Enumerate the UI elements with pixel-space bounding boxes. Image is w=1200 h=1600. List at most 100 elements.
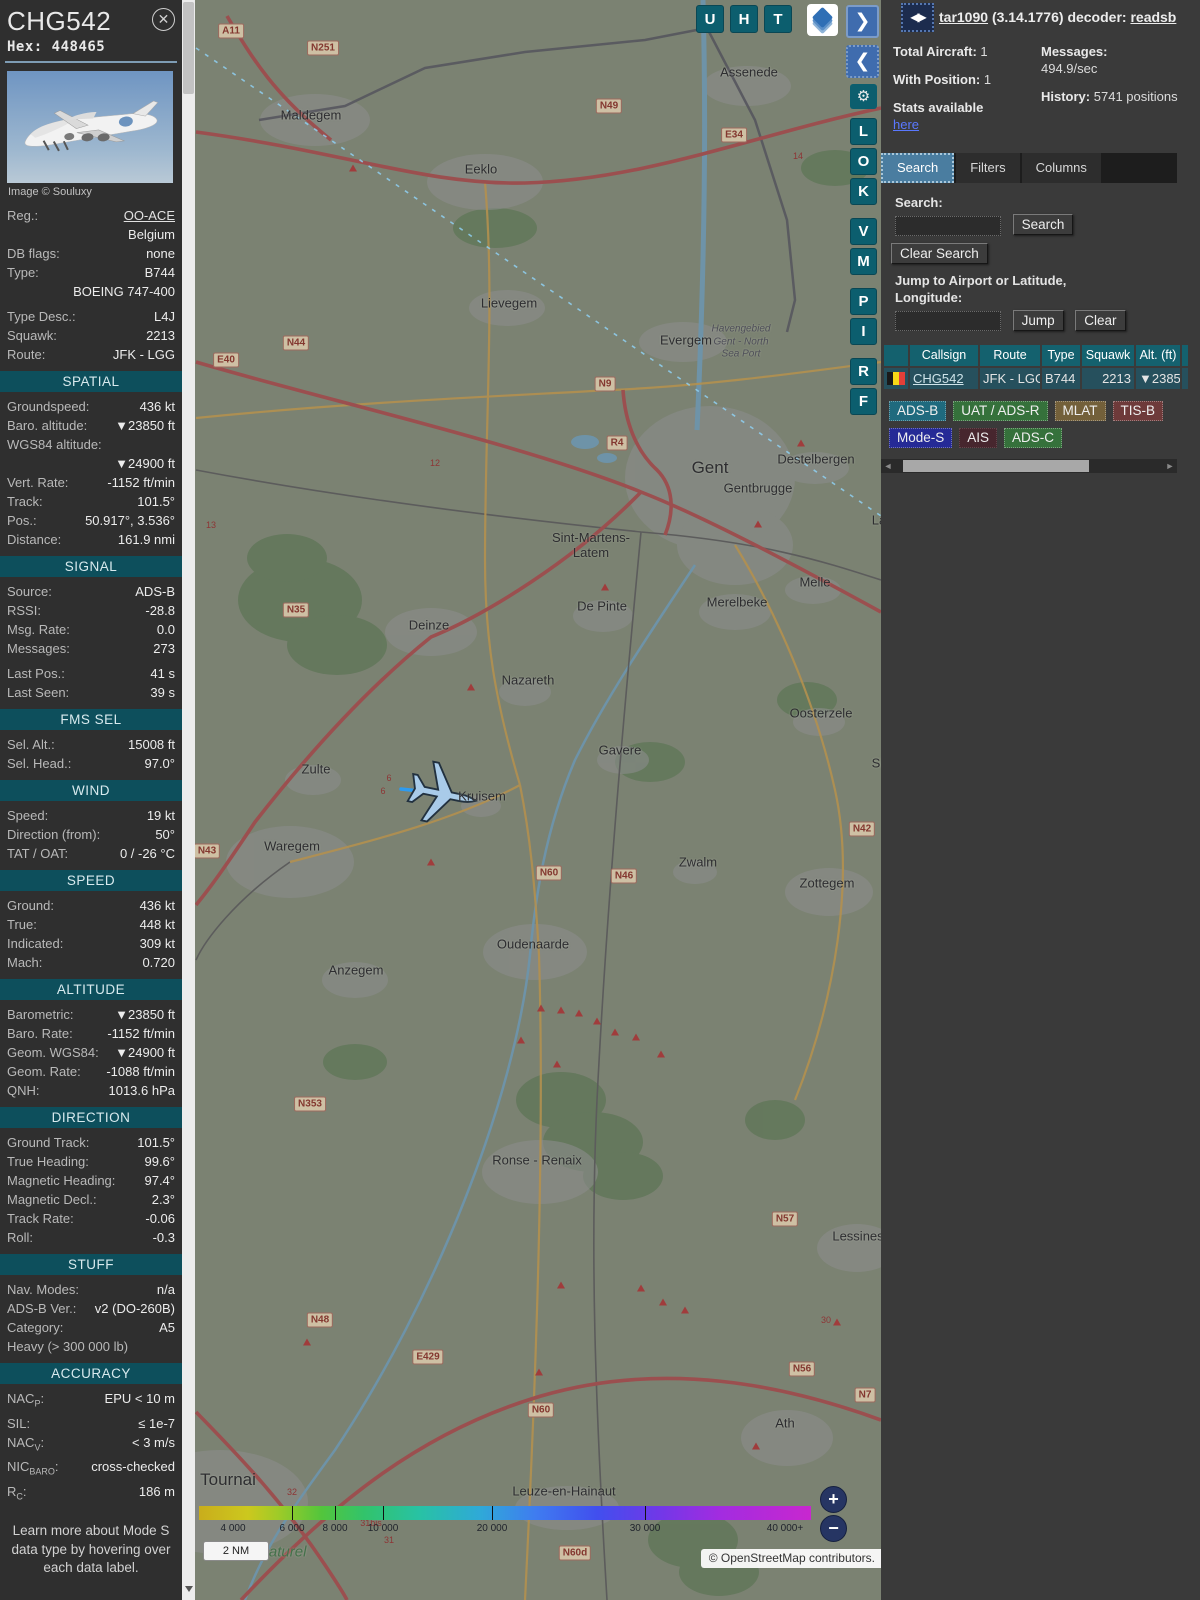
map-peak-triangle-icon xyxy=(517,1036,525,1044)
badge-tisb[interactable]: TIS-B xyxy=(1112,401,1164,422)
map-button-u[interactable]: U xyxy=(696,5,724,33)
map-place-label: 32 xyxy=(286,1487,298,1497)
data-value: < 3 m/s xyxy=(132,1434,175,1450)
data-label: Mach: xyxy=(7,955,43,970)
close-icon[interactable]: ✕ xyxy=(152,8,175,31)
badge-mlat[interactable]: MLAT xyxy=(1054,401,1106,422)
search-label: Search: xyxy=(895,194,943,210)
data-label: Pos.: xyxy=(7,513,37,528)
scroll-left-arrow[interactable]: ◄ xyxy=(881,459,895,473)
history-arrows-button[interactable]: ◀▶ xyxy=(901,3,934,32)
map-button-r[interactable]: R xyxy=(850,358,877,385)
road-number-badge: N48 xyxy=(306,1312,334,1328)
badge-modes[interactable]: Mode-S xyxy=(889,428,953,449)
tar1090-link[interactable]: tar1090 xyxy=(939,9,988,25)
badge-ais[interactable]: AIS xyxy=(959,428,998,449)
tab-filters[interactable]: Filters xyxy=(956,152,1020,183)
data-label: Vert. Rate: xyxy=(7,475,69,490)
sidebar-scrollbar-down-arrow[interactable] xyxy=(185,1586,193,1592)
column-header[interactable]: Route xyxy=(980,345,1040,367)
data-label: Sel. Head.: xyxy=(7,756,72,771)
scroll-right-arrow[interactable]: ► xyxy=(1163,459,1177,473)
column-header[interactable] xyxy=(884,345,908,367)
zoom-out-button[interactable]: − xyxy=(820,1515,847,1542)
column-header[interactable]: Alt. (ft) xyxy=(1136,345,1180,367)
map-button-t[interactable]: T xyxy=(764,5,792,33)
badge-uat[interactable]: UAT / ADS-R xyxy=(953,401,1048,422)
map-place-label: Havengebied Gent - North Sea Port xyxy=(711,323,771,360)
map-button-l[interactable]: L xyxy=(850,118,877,145)
map-place-label: Ath xyxy=(775,1415,795,1431)
legend-tick xyxy=(645,1506,646,1520)
data-label: WGS84 altitude: xyxy=(7,437,102,452)
table-horizontal-scrollbar[interactable]: ◄ ► xyxy=(881,459,1177,474)
column-header[interactable]: Callsign xyxy=(910,345,978,367)
map-button-h[interactable]: H xyxy=(730,5,758,33)
history-back-button[interactable]: ❮ xyxy=(846,45,879,78)
map-button-o[interactable]: O xyxy=(850,148,877,175)
map-button-v[interactable]: V xyxy=(850,218,877,245)
map-place-label: Lessines xyxy=(832,1228,881,1244)
map-peak-triangle-icon xyxy=(833,1318,841,1326)
clear-search-button[interactable]: Clear Search xyxy=(891,243,988,265)
data-label: Magnetic Heading: xyxy=(7,1173,116,1188)
sidebar-scrollbar[interactable] xyxy=(182,0,195,1600)
map-button-k[interactable]: K xyxy=(850,178,877,205)
clear-jump-button[interactable]: Clear xyxy=(1075,309,1126,331)
data-label: NACP: xyxy=(7,1391,45,1409)
layer-switcher-button[interactable] xyxy=(807,4,838,36)
data-label: Sel. Alt.: xyxy=(7,737,55,752)
map-button-p[interactable]: P xyxy=(850,288,877,315)
registration-link[interactable]: OO-ACE xyxy=(42,206,175,225)
column-header[interactable] xyxy=(1182,345,1188,367)
tab-columns[interactable]: Columns xyxy=(1021,152,1101,183)
search-button[interactable]: Search xyxy=(1012,214,1074,236)
stats-here-link[interactable]: here xyxy=(893,117,919,132)
data-row: Pos.: 50.917°, 3.536° xyxy=(7,511,175,530)
data-label: NICBARO: xyxy=(7,1459,59,1477)
column-header[interactable]: Type xyxy=(1042,345,1080,367)
badge-adsb[interactable]: ADS-B xyxy=(889,401,947,422)
data-row: Source: ADS-B xyxy=(7,582,175,601)
road-number-badge: N46 xyxy=(610,868,638,884)
readsb-link[interactable]: readsb xyxy=(1130,9,1176,25)
map-place-label: 6 xyxy=(386,773,392,783)
map-button-f[interactable]: F xyxy=(850,388,877,415)
map-button-m[interactable]: M xyxy=(850,248,877,275)
scrollbar-thumb[interactable] xyxy=(903,460,1089,473)
column-header[interactable]: Squawk xyxy=(1082,345,1134,367)
messages-rate: Messages: 494.9/sec xyxy=(1041,44,1108,76)
section-header: SPEED xyxy=(0,870,182,891)
table-row[interactable]: CHG542JFK - LGGB7442213▼23850 xyxy=(884,368,1200,390)
data-value: 161.9 nmi xyxy=(117,532,175,547)
map-place-label: Nazareth xyxy=(501,672,555,688)
data-label: Speed: xyxy=(7,808,49,823)
tab-search[interactable]: Search xyxy=(881,152,955,183)
map-button-i[interactable]: I xyxy=(850,318,877,345)
osm-attribution[interactable]: © OpenStreetMap contributors. xyxy=(700,1549,881,1568)
map-place-label: 6 xyxy=(380,786,386,796)
altitude-label: 10 000 xyxy=(367,1523,399,1534)
table-cell xyxy=(1182,368,1188,390)
map-place-label: Kruisem xyxy=(458,788,506,804)
jump-input[interactable] xyxy=(895,311,1001,332)
jump-button[interactable]: Jump xyxy=(1012,309,1064,331)
search-input[interactable] xyxy=(895,216,1001,237)
callsign-link[interactable]: CHG542 xyxy=(910,368,978,390)
sidebar-scrollbar-thumb[interactable] xyxy=(183,2,194,94)
badge-adsc[interactable]: ADS-C xyxy=(1004,428,1063,449)
data-row: Msg. Rate: 0.0 xyxy=(7,620,175,639)
data-value: 448 kt xyxy=(139,917,175,932)
data-label: Track Rate: xyxy=(7,1211,74,1226)
altitude-label: 30 000 xyxy=(629,1523,661,1534)
zoom-in-button[interactable]: + xyxy=(820,1486,847,1513)
stats-block: Total Aircraft: 1 With Position: 1 Stats… xyxy=(881,38,1200,145)
data-row: Speed: 19 kt xyxy=(7,806,175,825)
map-canvas[interactable]: Assenede Maldegem Eeklo Lievegem Evergem Have… xyxy=(195,0,881,1600)
aircraft-photo[interactable] xyxy=(7,71,173,183)
data-value: 50.917°, 3.536° xyxy=(85,513,175,528)
history-forward-button[interactable]: ❯ xyxy=(846,5,879,38)
settings-button[interactable]: ⚙ xyxy=(850,84,877,109)
map-place-label: Lievegem xyxy=(480,295,538,311)
history-positions: History: 5741 positions xyxy=(1041,88,1178,104)
